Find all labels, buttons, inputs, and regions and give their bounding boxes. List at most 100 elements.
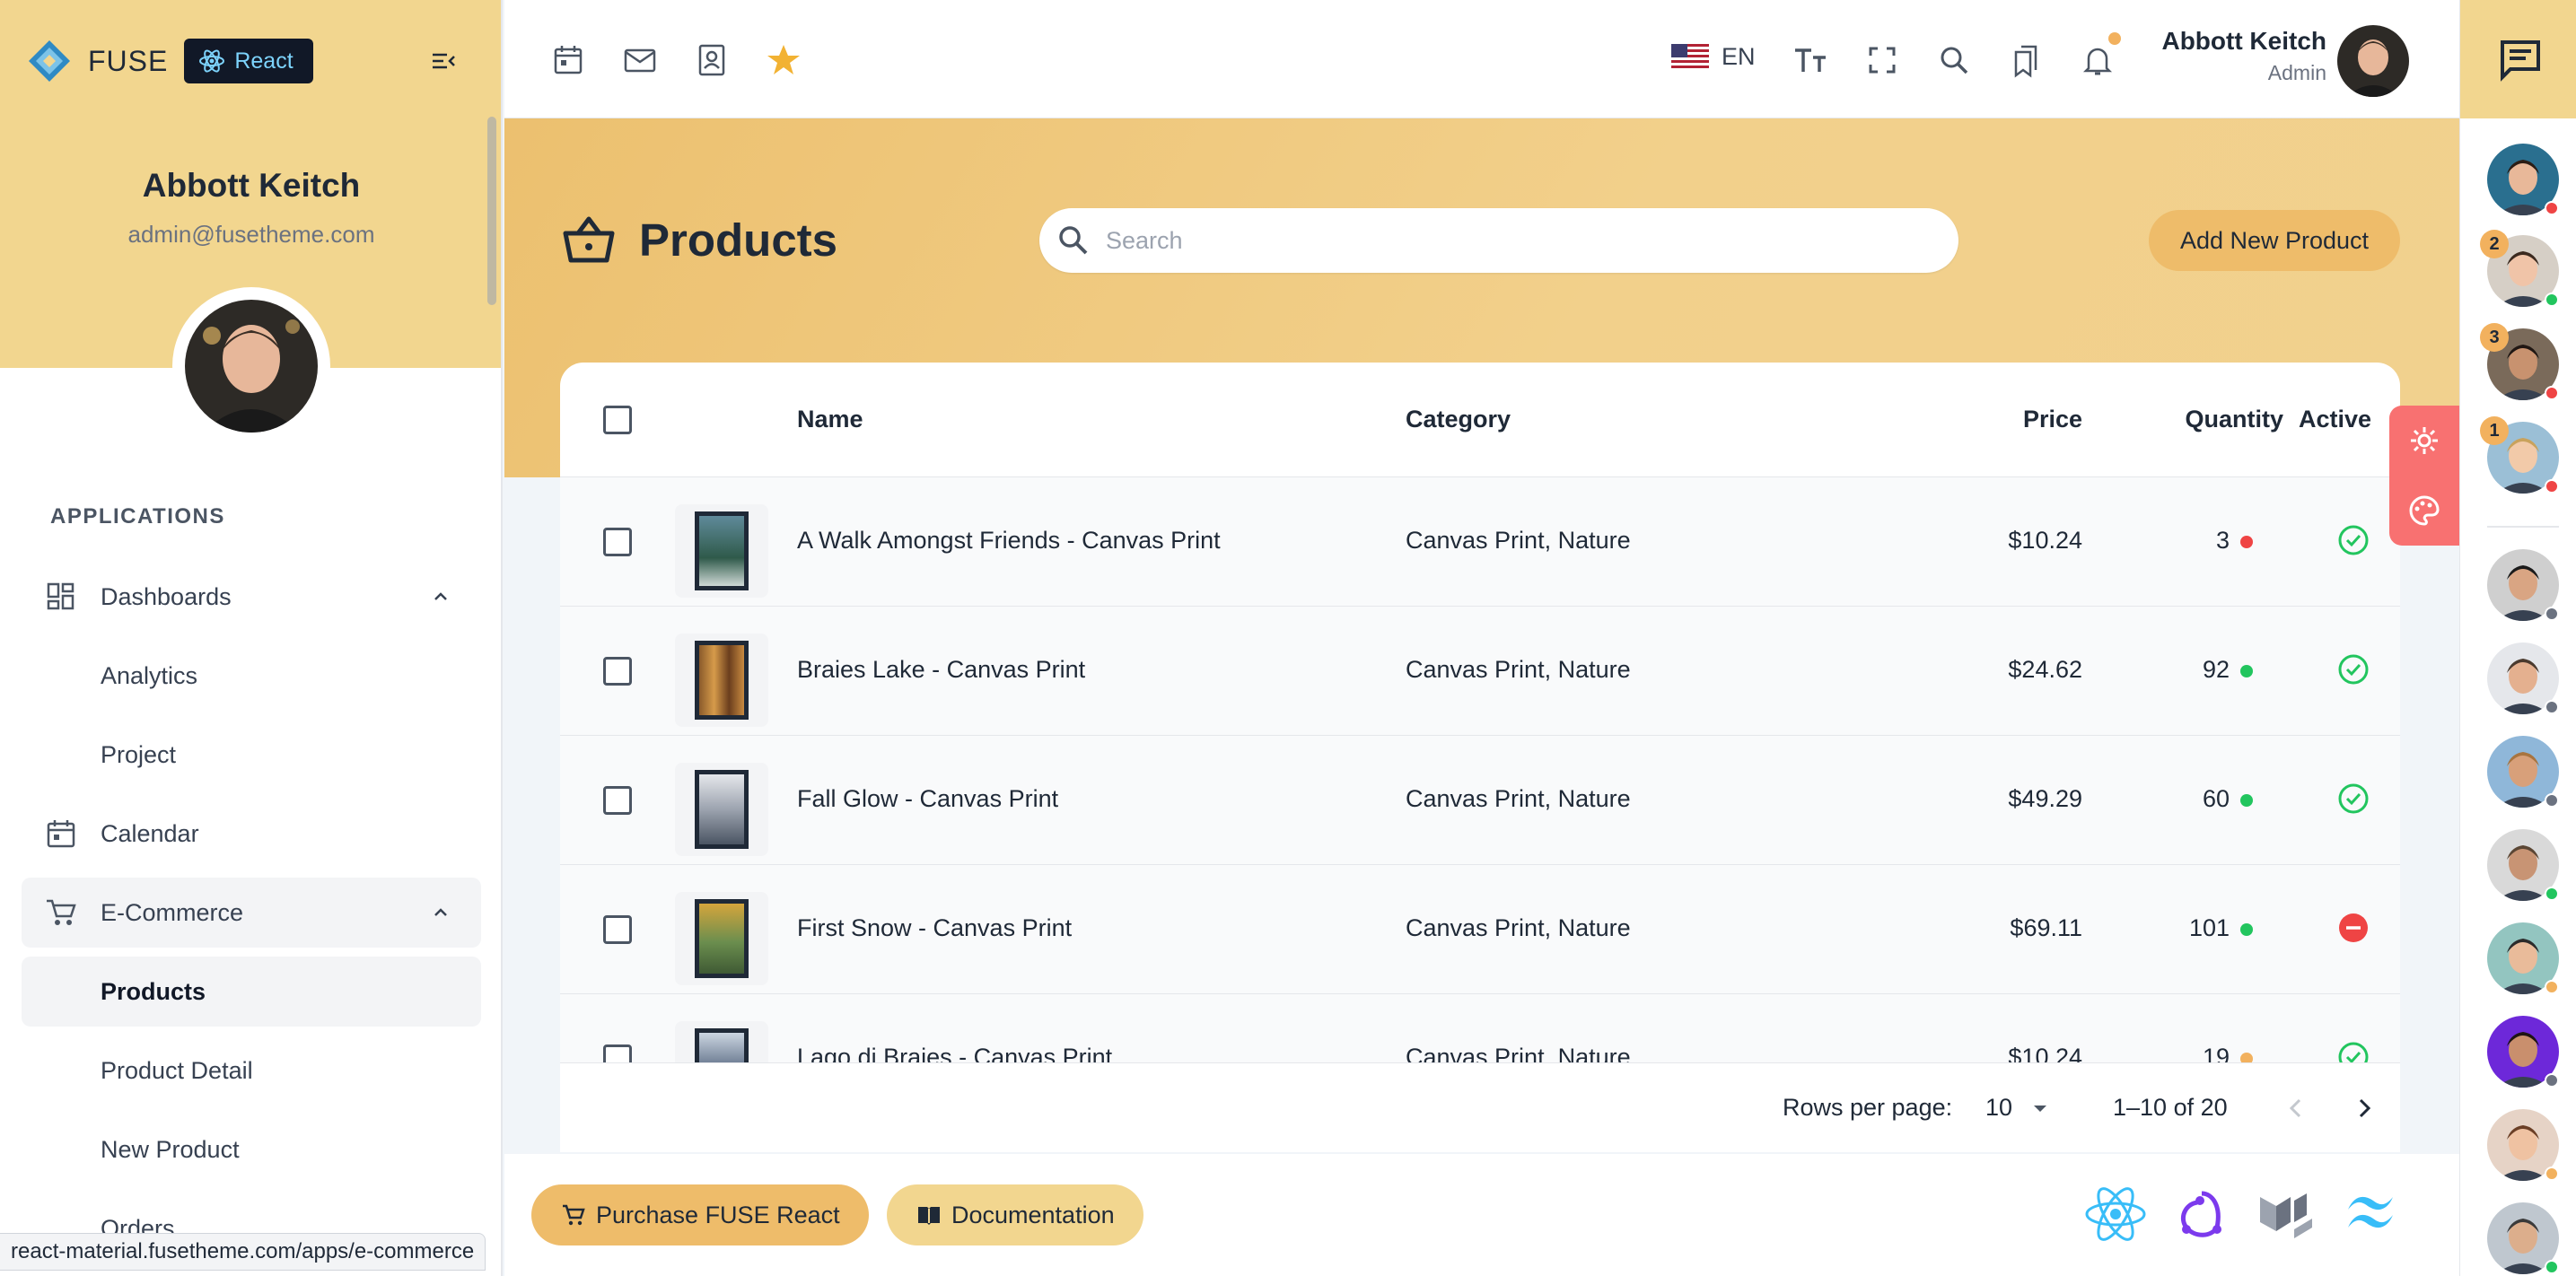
column-header-name[interactable]: Name [797, 406, 863, 433]
react-badge-label: React [234, 48, 294, 74]
select-all-checkbox[interactable] [603, 406, 632, 434]
table-row[interactable]: Braies Lake - Canvas Print Canvas Print,… [560, 607, 2400, 736]
table-pagination: Rows per page: 10 1–10 of 20 [560, 1062, 2400, 1152]
product-thumbnail [675, 892, 768, 985]
gear-icon [2411, 427, 2438, 454]
row-checkbox[interactable] [603, 657, 632, 686]
sidebar-item-product-detail[interactable]: Product Detail [22, 1036, 481, 1106]
search-input[interactable] [1106, 214, 1914, 267]
product-thumbnail [675, 634, 768, 727]
sidebar-item-ecommerce[interactable]: E-Commerce [22, 878, 481, 948]
rows-per-page-value: 10 [1985, 1094, 2013, 1121]
row-checkbox[interactable] [603, 528, 632, 556]
redux-logo-icon[interactable] [2169, 1181, 2235, 1247]
chat-contact[interactable] [2487, 922, 2559, 994]
search-icon[interactable] [1935, 41, 1973, 79]
bookmarks-icon[interactable] [2007, 41, 2045, 79]
sidebar-item-dashboards[interactable]: Dashboards [22, 562, 481, 632]
language-selector[interactable]: EN [1671, 43, 1756, 71]
react-logo-icon[interactable] [2082, 1181, 2149, 1247]
shopping-basket-icon [563, 216, 615, 263]
sidebar-item-products[interactable]: Products [22, 957, 481, 1027]
sidebar-item-new-product[interactable]: New Product [22, 1114, 481, 1184]
column-header-active[interactable]: Active [2230, 406, 2371, 433]
product-category: Canvas Print, Nature [1406, 914, 1631, 941]
product-quantity: 92 [2032, 656, 2253, 684]
table-row[interactable]: A Walk Amongst Friends - Canvas Print Ca… [560, 477, 2400, 607]
material-ui-logo-icon[interactable] [2255, 1181, 2321, 1247]
fullscreen-icon[interactable] [1863, 41, 1901, 79]
sidebar-item-label: E-Commerce [101, 898, 244, 926]
cart-icon [563, 1204, 585, 1226]
sidebar-item-project[interactable]: Project [22, 720, 481, 790]
sidebar-scrollbar[interactable] [487, 117, 496, 305]
product-name[interactable]: Braies Lake - Canvas Print [797, 656, 1085, 684]
font-size-icon[interactable] [1792, 41, 1829, 79]
product-category: Canvas Print, Nature [1406, 785, 1631, 812]
sidebar-item-label: Products [101, 977, 206, 1005]
unread-count-badge: 1 [2480, 416, 2509, 445]
contacts-icon[interactable] [693, 41, 731, 79]
section-title-applications: APPLICATIONS [50, 504, 225, 529]
theme-button[interactable] [2389, 476, 2459, 546]
sidebar-user-email: admin@fusetheme.com [127, 221, 375, 248]
products-table: Name Category Price Quantity Active A Wa… [560, 363, 2400, 1152]
row-checkbox[interactable] [603, 915, 632, 944]
product-quantity: 101 [2032, 914, 2253, 942]
collapse-menu-icon[interactable] [429, 47, 458, 75]
product-name[interactable]: First Snow - Canvas Print [797, 914, 1072, 942]
top-bar: EN Abbott Keitch Admin [504, 0, 2459, 118]
user-menu[interactable]: Abbott Keitch Admin [2102, 27, 2326, 85]
purchase-button-label: Purchase FUSE React [596, 1201, 840, 1228]
purchase-button[interactable]: Purchase FUSE React [531, 1184, 869, 1245]
topbar-avatar[interactable] [2337, 25, 2409, 97]
inactive-remove-icon [2339, 913, 2368, 942]
row-checkbox[interactable] [603, 786, 632, 815]
unread-count-badge: 2 [2480, 230, 2509, 258]
chat-contact[interactable]: 3 [2480, 323, 2559, 400]
chat-contact[interactable] [2487, 144, 2559, 215]
settings-button[interactable] [2389, 406, 2459, 476]
chat-contact[interactable] [2487, 642, 2559, 714]
product-name[interactable]: A Walk Amongst Friends - Canvas Print [797, 527, 1221, 555]
chat-contact[interactable] [2487, 1202, 2559, 1274]
chat-contact[interactable] [2487, 1016, 2559, 1088]
documentation-button[interactable]: Documentation [887, 1184, 1143, 1245]
chat-contact[interactable] [2487, 1109, 2559, 1181]
active-check-icon [2338, 783, 2369, 814]
chat-contact[interactable] [2487, 549, 2559, 621]
table-row[interactable]: Fall Glow - Canvas Print Canvas Print, N… [560, 736, 2400, 865]
chat-panel-header[interactable] [2460, 0, 2576, 118]
chat-contact[interactable] [2487, 829, 2559, 901]
sidebar-item-calendar[interactable]: Calendar [22, 799, 481, 869]
react-icon [199, 49, 225, 73]
previous-page-icon[interactable] [2282, 1094, 2310, 1123]
chat-contact[interactable]: 2 [2480, 230, 2559, 307]
product-category: Canvas Print, Nature [1406, 527, 1631, 554]
product-name[interactable]: Fall Glow - Canvas Print [797, 785, 1058, 813]
book-icon [918, 1207, 940, 1225]
rows-per-page-select[interactable]: 10 [1985, 1094, 2050, 1122]
contact-divider [2487, 526, 2559, 528]
product-category: Canvas Print, Nature [1406, 656, 1631, 683]
chat-contact[interactable]: 1 [2480, 416, 2559, 494]
sidebar-avatar[interactable] [172, 287, 330, 445]
tailwind-logo-icon[interactable] [2341, 1181, 2407, 1247]
product-thumbnail [675, 504, 768, 598]
star-icon[interactable] [765, 41, 802, 79]
chevron-up-icon [434, 908, 447, 916]
status-away-indicator [2545, 1167, 2559, 1181]
add-new-product-button[interactable]: Add New Product [2149, 210, 2400, 271]
chat-contact[interactable] [2487, 736, 2559, 808]
mail-icon[interactable] [621, 41, 659, 79]
topbar-user-name: Abbott Keitch [2161, 27, 2326, 55]
next-page-icon[interactable] [2350, 1094, 2379, 1123]
status-offline-indicator [2545, 1073, 2559, 1088]
sidebar-item-label: Product Detail [101, 1056, 253, 1084]
sidebar-item-analytics[interactable]: Analytics [22, 641, 481, 711]
column-header-category[interactable]: Category [1406, 406, 1511, 433]
product-search[interactable] [1039, 208, 1958, 273]
table-row[interactable]: First Snow - Canvas Print Canvas Print, … [560, 865, 2400, 994]
calendar-shortcut-icon[interactable] [549, 41, 587, 79]
active-check-icon [2338, 654, 2369, 685]
